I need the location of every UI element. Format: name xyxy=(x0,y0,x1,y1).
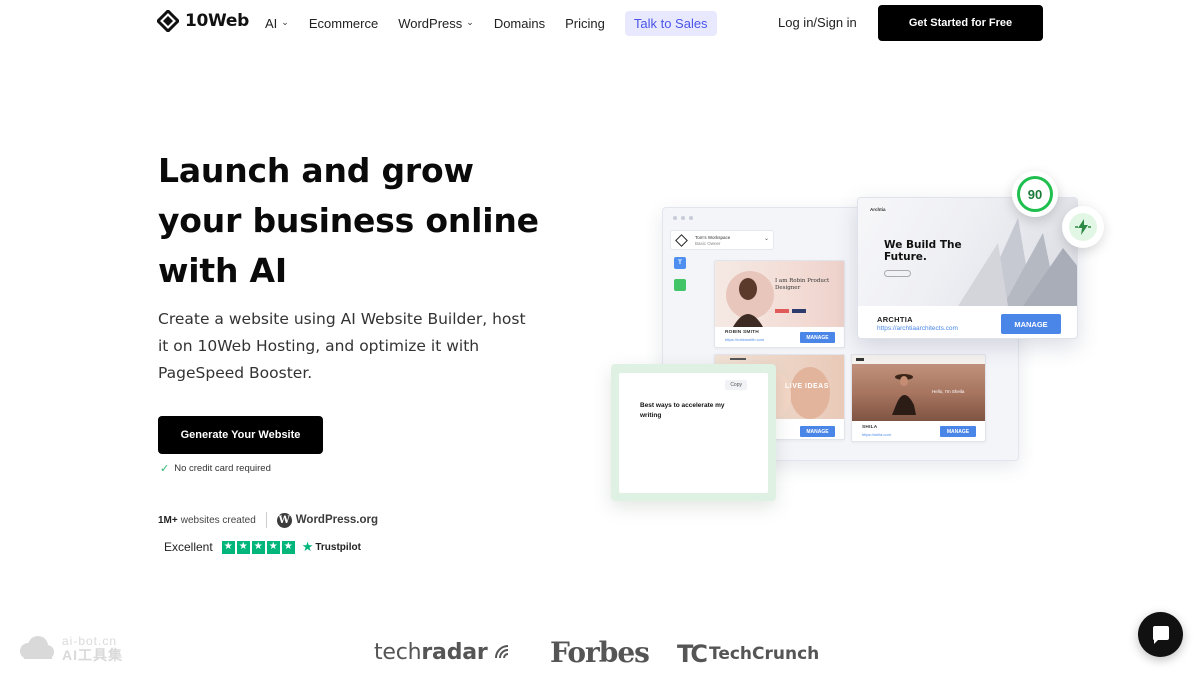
sidebar-green-icon xyxy=(674,279,686,291)
site-card: Hello, I'm Sheila SHILA https://shila.co… xyxy=(851,354,986,442)
site-name: ROBIN SMITH xyxy=(725,330,759,335)
manage-button: MANAGE xyxy=(1001,314,1061,334)
card-headline: LIVE IDEAS xyxy=(785,383,829,390)
archtia-logo: Archtia xyxy=(870,207,886,212)
nav-link-wordpress[interactable]: WordPress ⌄ xyxy=(398,16,474,31)
nav-link-label: AI xyxy=(265,15,278,31)
forbes-logo: Forbes xyxy=(550,636,650,669)
booster-badge xyxy=(1062,206,1104,248)
techcrunch-mark: TC xyxy=(677,640,708,668)
techradar-logo: techradar xyxy=(374,640,512,665)
site-name: ARCHTIA xyxy=(877,315,913,324)
nav-link-label: WordPress xyxy=(398,15,463,31)
rating-label: Excellent xyxy=(164,540,213,554)
techradar-light: tech xyxy=(374,640,422,665)
techcrunch-text: TechCrunch xyxy=(708,644,820,664)
star-icon: ★ xyxy=(281,540,295,554)
copy-chip: Copy xyxy=(725,380,747,390)
techcrunch-logo: TC TechCrunch xyxy=(677,640,819,668)
nav-links: AI ⌄ Ecommerce WordPress ⌄ Domains Prici… xyxy=(265,10,717,36)
nav-link-label: Ecommerce xyxy=(308,15,379,31)
manage-button: MANAGE xyxy=(800,332,835,343)
site-card: I am Robin Product Designer ROBIN SMITH … xyxy=(714,260,845,348)
generate-website-button[interactable]: Generate Your Website xyxy=(158,416,323,454)
chevron-down-icon: ⌄ xyxy=(763,236,769,242)
trustpilot-logo: Trustpilot xyxy=(315,541,361,553)
top-navigation: 10Web AI ⌄ Ecommerce WordPress ⌄ Domains… xyxy=(0,0,1200,46)
brand-name: 10Web xyxy=(185,11,250,31)
ai-writing-prompt: Best ways to accelerate my writing xyxy=(640,402,725,419)
ai-writing-card: Copy Best ways to accelerate my writing xyxy=(611,364,776,501)
check-icon: ✓ xyxy=(160,463,170,475)
star-icon: ★ xyxy=(266,540,280,554)
site-name: SHILA xyxy=(862,425,878,430)
window-dots xyxy=(673,216,693,220)
manage-button: MANAGE xyxy=(800,426,835,437)
no-credit-card-text: No credit card required xyxy=(174,463,271,474)
chevron-down-icon: ⌄ xyxy=(466,16,474,27)
archtia-hero-button xyxy=(884,270,911,277)
site-thumbnail: I am Robin Product Designer xyxy=(715,261,844,327)
social-proof: 1M+ websites created W WordPress.org xyxy=(158,512,378,528)
card-headline: I am Robin Product Designer xyxy=(775,278,830,291)
10web-diamond-icon xyxy=(155,8,181,34)
nav-link-pricing[interactable]: Pricing xyxy=(565,16,605,31)
pagespeed-score-badge: 90 xyxy=(1012,171,1058,217)
archtia-site-card: Archtia We Build The Future. ARCHTIA htt… xyxy=(857,197,1078,339)
workspace-role: Basic Owner xyxy=(695,241,721,246)
star-icon: ★ xyxy=(251,540,265,554)
watermark: ai-bot.cn AI工具集 xyxy=(16,634,123,662)
star-icon: ★ xyxy=(221,540,235,554)
trustpilot-star-icon: ★ xyxy=(301,539,314,554)
pagespeed-score: 90 xyxy=(1017,176,1053,212)
get-started-button[interactable]: Get Started for Free xyxy=(878,5,1043,41)
wordpress-icon: W xyxy=(276,512,292,528)
divider xyxy=(265,512,267,528)
nav-link-domains[interactable]: Domains xyxy=(494,16,545,31)
lightning-bolt-icon xyxy=(1069,213,1097,241)
press-logos: techradar Forbes TC TechCrunch xyxy=(0,636,1200,672)
nav-link-label: Domains xyxy=(493,15,546,31)
chevron-down-icon: ⌄ xyxy=(281,16,289,27)
websites-created-text: websites created xyxy=(180,514,256,526)
10web-diamond-icon xyxy=(675,234,688,247)
star-icon: ★ xyxy=(236,540,250,554)
hero-subtitle: Create a website using AI Website Builde… xyxy=(158,310,526,382)
watermark-name: AI工具集 xyxy=(62,647,123,663)
site-thumbnail: Hello, I'm Sheila xyxy=(852,355,985,421)
site-url: https://archtiaarchitects.com xyxy=(877,325,958,332)
nav-link-label: Pricing xyxy=(565,15,605,31)
site-url: https://shila.com xyxy=(862,432,891,437)
cloud-icon xyxy=(20,636,54,659)
wordpress-text: WordPress.org xyxy=(295,514,379,526)
watermark-url: ai-bot.cn xyxy=(62,634,118,648)
nav-link-ai[interactable]: AI ⌄ xyxy=(265,16,289,31)
workspace-selector: Tom's Workspace Basic Owner ⌄ xyxy=(670,230,774,250)
brand-logo[interactable]: 10Web xyxy=(155,8,250,34)
hero-title: Launch and grow your business online wit… xyxy=(158,151,539,290)
techradar-bold: radar xyxy=(421,640,488,665)
login-link[interactable]: Log in/Sign in xyxy=(778,15,857,30)
manage-button: MANAGE xyxy=(940,426,976,437)
archtia-headline: We Build The Future. xyxy=(884,239,962,263)
websites-count: 1M+ xyxy=(158,514,178,526)
rating-stars: ★ ★ ★ ★ ★ xyxy=(221,540,295,554)
card-headline: Hello, I'm Sheila xyxy=(932,389,965,394)
talk-to-sales-button[interactable]: Talk to Sales xyxy=(624,10,717,36)
radar-icon xyxy=(495,645,509,659)
chat-bubble-icon xyxy=(1152,625,1169,644)
no-credit-card-note: ✓ No credit card required xyxy=(160,462,271,475)
chat-button[interactable] xyxy=(1138,612,1183,657)
nav-link-ecommerce[interactable]: Ecommerce xyxy=(309,16,378,31)
trustpilot-rating[interactable]: Excellent ★ ★ ★ ★ ★ ★ Trustpilot xyxy=(164,539,361,555)
sidebar-avatar: T xyxy=(674,257,686,269)
ai-writing-panel: Copy Best ways to accelerate my writing xyxy=(619,373,768,493)
wordpress-logo: W WordPress.org xyxy=(276,512,379,528)
site-url: https://robinsmith.com xyxy=(725,337,765,342)
